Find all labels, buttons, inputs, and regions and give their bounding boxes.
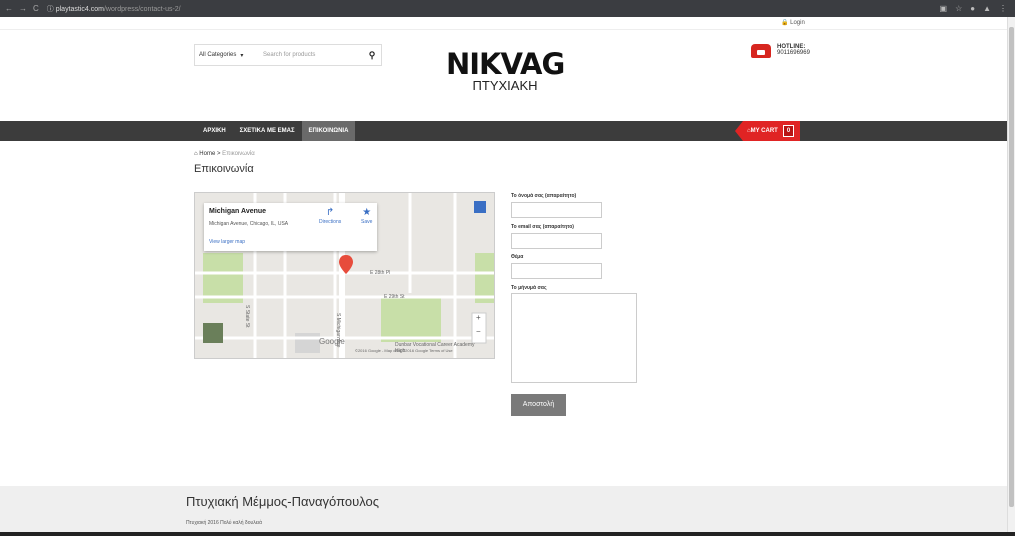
extension-icon[interactable]: ● [970, 4, 975, 13]
map-label-e28th: E 28th Pl [370, 270, 391, 276]
reload-icon[interactable]: C [33, 4, 39, 13]
back-icon[interactable]: ← [5, 4, 13, 13]
site-header: All Categories ▾ Search for products ⚲ NI… [0, 30, 1007, 121]
star-icon: ★ [362, 207, 372, 218]
logo-title: NIKVAG [446, 47, 565, 81]
message-field[interactable] [511, 293, 637, 383]
nav-item-about[interactable]: ΣΧΕΤΙΚΑ ΜΕ ΕΜΑΣ [233, 121, 302, 141]
cart-label: MY CART [750, 128, 778, 134]
email-field[interactable] [511, 233, 602, 249]
zoom-out-icon[interactable]: − [476, 327, 481, 336]
scrollbar[interactable] [1007, 17, 1015, 536]
url-path: /wordpress/contact-us-2/ [103, 5, 181, 13]
breadcrumb-current: Επικοινωνία [222, 151, 255, 157]
map-label-state: S State St [244, 305, 250, 328]
top-bar: 🔒 Login [0, 17, 1007, 30]
site-logo[interactable]: NIKVAG ΠΤΥΧΙΑΚΗ [446, 47, 565, 94]
page-title: Επικοινωνία [194, 163, 254, 175]
name-label: Το όνομά σας (απαραίτητο) [511, 193, 577, 199]
address-bar[interactable]: ⓘ playtastic4.com/wordpress/contact-us-2… [47, 4, 181, 14]
map-attribution[interactable]: ©2016 Google - Map data ©2016 Google Ter… [355, 348, 453, 353]
subject-field[interactable] [511, 263, 602, 279]
breadcrumb-separator: > [216, 151, 221, 157]
directions-icon: ↱ [325, 207, 335, 218]
hotline: HOTLINE: 9011696969 [751, 44, 810, 58]
google-logo: Google [319, 337, 345, 346]
menu-icon[interactable]: ⋮ [999, 4, 1007, 13]
submit-button[interactable]: Αποστολή [511, 394, 566, 416]
subject-label: Θέμα [511, 254, 524, 260]
product-search: All Categories ▾ Search for products ⚲ [194, 44, 382, 66]
translate-icon[interactable]: ▣ [940, 4, 948, 13]
url-host: playtastic4.com [55, 5, 104, 13]
name-field[interactable] [511, 202, 602, 218]
login-link[interactable]: 🔒 Login [781, 19, 805, 26]
directions-label: Directions [319, 219, 342, 225]
cart-button[interactable]: ⌂ MY CART 0 [734, 121, 801, 141]
zoom-in-icon[interactable]: + [476, 313, 481, 322]
map-label-e29th: E 29th St [384, 294, 405, 300]
breadcrumb-home[interactable]: Home [199, 151, 215, 157]
browser-toolbar: ← → C ⓘ playtastic4.com/wordpress/contac… [0, 0, 1015, 17]
site-footer: Πτυχιακή Μέμμος-Παναγόπουλος Πτυχιακή 20… [0, 486, 1007, 536]
save-button[interactable]: ★ Save [361, 207, 372, 225]
save-label: Save [361, 219, 373, 225]
view-larger-link[interactable]: View larger map [209, 239, 245, 245]
breadcrumb: ⌂ Home > Επικοινωνία [194, 151, 255, 157]
scrollbar-thumb[interactable] [1009, 27, 1014, 507]
footer-title: Πτυχιακή Μέμμος-Παναγόπουλος [186, 494, 380, 509]
email-label: Το email σας (απαραίτητο) [511, 224, 574, 230]
category-select[interactable]: All Categories ▾ [195, 52, 259, 59]
directions-button[interactable]: ↱ Directions [319, 207, 341, 225]
caret-down-icon: ▾ [240, 52, 244, 59]
cart-count: 0 [782, 125, 795, 137]
main-nav: ΑΡΧΙΚΗ ΣΧΕΤΙΚΑ ΜΕ ΕΜΑΣ ΕΠΙΚΟΙΝΩΝΙΑ ⌂ MY … [0, 121, 1007, 141]
place-address: Michigan Avenue, Chicago, IL, USA [209, 221, 289, 227]
search-icon[interactable]: ⚲ [363, 50, 381, 61]
footer-subtitle: Πτυχιακή 2016 Πολύ καλή δουλειά [186, 520, 262, 526]
hotline-number: 9011696969 [777, 50, 810, 56]
search-input[interactable]: Search for products [259, 52, 363, 58]
browser-nav: ← → C [0, 4, 39, 13]
star-icon[interactable]: ☆ [955, 4, 962, 13]
phone-icon [751, 44, 771, 58]
taskbar [0, 532, 1015, 536]
category-label: All Categories [199, 51, 237, 58]
place-name: Michigan Avenue [209, 208, 267, 215]
nav-item-home[interactable]: ΑΡΧΙΚΗ [196, 121, 233, 141]
info-icon: ⓘ [46, 5, 56, 13]
map-infobox: Michigan Avenue Michigan Avenue, Chicago… [204, 203, 377, 251]
forward-icon[interactable]: → [19, 4, 27, 13]
message-label: Το μήνυμά σας [511, 285, 547, 291]
google-map[interactable]: E 28th Pl E 29th St S State St S Michiga… [194, 192, 495, 359]
nav-item-contact[interactable]: ΕΠΙΚΟΙΝΩΝΙΑ [301, 121, 356, 141]
drive-icon[interactable]: ▲ [983, 4, 991, 13]
browser-actions: ▣ ☆ ● ▲ ⋮ [940, 4, 1015, 13]
